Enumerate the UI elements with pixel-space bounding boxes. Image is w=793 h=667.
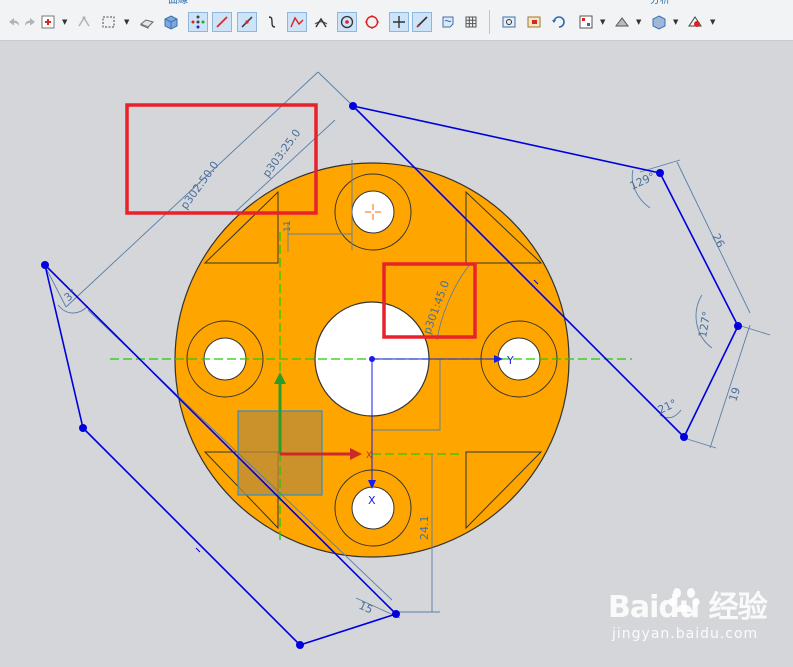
- transform-icon[interactable]: [74, 12, 94, 32]
- x-axis-label-bottom: X: [368, 494, 376, 507]
- fix-icon[interactable]: [389, 12, 409, 32]
- layer-settings-icon[interactable]: [576, 12, 596, 32]
- redo-icon[interactable]: [20, 12, 40, 32]
- arc-tool-icon[interactable]: [262, 12, 282, 32]
- select-box-icon[interactable]: [99, 12, 119, 32]
- chevron-down-icon[interactable]: ▼: [124, 18, 129, 26]
- fit-view-icon[interactable]: [499, 12, 519, 32]
- profile-tool-icon[interactable]: [237, 12, 257, 32]
- hole-top: [351, 190, 395, 234]
- chevron-down-icon[interactable]: ▼: [636, 18, 641, 26]
- toolbar-header-strip: 曲線 分析: [0, 0, 793, 6]
- menu-fragment-left: 曲線: [168, 0, 188, 6]
- model-view-icon[interactable]: [649, 12, 669, 32]
- graphics-window[interactable]: Y X X p302:50.0 p303:25.0 p301:45.0 129°…: [0, 41, 793, 667]
- selection-filter-icon[interactable]: [685, 12, 705, 32]
- watermark-url: jingyan.baidu.com: [612, 626, 759, 642]
- studio-spline-icon[interactable]: [287, 12, 307, 32]
- show-constraints-icon[interactable]: [188, 12, 208, 32]
- chevron-down-icon[interactable]: ▼: [62, 18, 67, 26]
- chevron-down-icon[interactable]: ▼: [600, 18, 605, 26]
- vertex-lower-right: [680, 433, 688, 441]
- dim-label-11: 11: [283, 221, 293, 232]
- point-on-curve-icon[interactable]: [337, 12, 357, 32]
- y-axis-label: Y: [506, 354, 514, 367]
- sketch-origin: [369, 356, 375, 362]
- watermark: Baidu 经验 jingyan.baidu.com: [608, 582, 783, 652]
- edit-section-icon[interactable]: [438, 12, 458, 32]
- vertex-top: [349, 102, 357, 110]
- vertex-left-top: [41, 261, 49, 269]
- angle-constraint-icon[interactable]: [311, 12, 331, 32]
- x-axis-label: X: [366, 451, 372, 461]
- circle-icon[interactable]: [362, 12, 382, 32]
- toolbar-separator: [489, 10, 490, 34]
- snap-point-icon[interactable]: [38, 12, 58, 32]
- watermark-brand: Baidu 经验: [608, 590, 768, 625]
- vertex-right: [734, 322, 742, 330]
- chevron-down-icon[interactable]: ▼: [673, 18, 678, 26]
- vertex-upper-right: [656, 169, 664, 177]
- toolbar: 曲線 分析 ▼ ▼ ▼ ▼ ▼ ▼: [0, 0, 793, 41]
- chevron-down-icon[interactable]: ▼: [710, 18, 715, 26]
- hole-left: [203, 337, 247, 381]
- vertex-bottom-right: [392, 610, 400, 618]
- zoom-window-icon[interactable]: [524, 12, 544, 32]
- render-style-icon[interactable]: [137, 12, 157, 32]
- solid-view-icon[interactable]: [161, 12, 181, 32]
- menu-fragment-right: 分析: [650, 0, 670, 6]
- line-constraint-icon[interactable]: [412, 12, 432, 32]
- rotate-icon[interactable]: [549, 12, 569, 32]
- vertex-bottom: [296, 641, 304, 649]
- grid-icon[interactable]: [461, 12, 481, 32]
- section-view-icon[interactable]: [612, 12, 632, 32]
- line-tool-icon[interactable]: [212, 12, 232, 32]
- dim-label-24-1: 24.1: [418, 516, 431, 541]
- vertex-left: [79, 424, 87, 432]
